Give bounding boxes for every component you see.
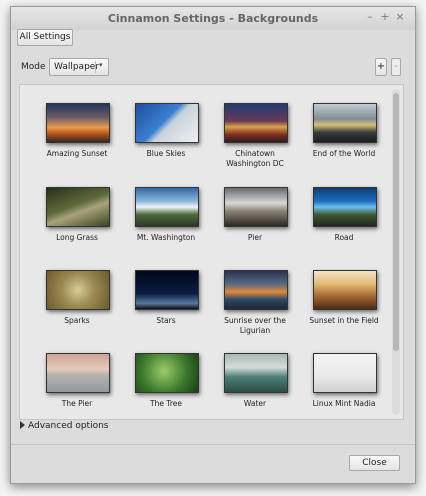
wallpaper-name: The Tree bbox=[150, 399, 182, 408]
wallpaper-name: Blue Skies bbox=[146, 149, 186, 158]
wallpaper-thumbnail[interactable] bbox=[135, 353, 199, 393]
wallpaper-thumbnail[interactable] bbox=[224, 270, 288, 310]
maximize-icon[interactable]: + bbox=[379, 11, 391, 23]
dropdown-separator bbox=[95, 61, 96, 73]
advanced-options-label: Advanced options bbox=[28, 421, 109, 431]
close-button[interactable]: Close bbox=[349, 455, 400, 471]
wallpaper-item[interactable]: Linux Mint Nadia bbox=[299, 353, 389, 419]
wallpaper-thumbnail[interactable] bbox=[135, 187, 199, 227]
wallpaper-item[interactable]: End of the World bbox=[299, 103, 389, 183]
wallpaper-item[interactable]: Blue Skies bbox=[121, 103, 211, 183]
wallpaper-name: Water bbox=[243, 399, 267, 408]
all-settings-button[interactable]: All Settings bbox=[17, 29, 73, 46]
wallpaper-name: Road bbox=[334, 233, 354, 242]
wallpaper-item[interactable]: Sparks bbox=[32, 270, 122, 350]
wallpaper-thumbnail[interactable] bbox=[46, 353, 110, 393]
wallpaper-thumbnail[interactable] bbox=[224, 353, 288, 393]
wallpaper-thumbnail[interactable] bbox=[313, 270, 377, 310]
wallpaper-name: The Pier bbox=[61, 399, 93, 408]
scrollbar-thumb[interactable] bbox=[393, 93, 399, 351]
remove-wallpaper-button[interactable]: - bbox=[391, 58, 401, 76]
wallpaper-name: Long Grass bbox=[56, 233, 98, 242]
wallpaper-thumbnail[interactable] bbox=[313, 187, 377, 227]
chevron-down-icon: ▾ bbox=[99, 61, 103, 69]
vertical-scrollbar[interactable] bbox=[392, 89, 400, 415]
settings-window: Cinnamon Settings - Backgrounds – + × Al… bbox=[10, 6, 416, 484]
wallpaper-item[interactable]: Mt. Washington bbox=[121, 187, 211, 267]
wallpaper-thumbnail[interactable] bbox=[224, 103, 288, 143]
wallpaper-item[interactable]: Chinatown Washington DC bbox=[210, 103, 300, 183]
wallpaper-item[interactable]: Amazing Sunset bbox=[32, 103, 122, 183]
wallpaper-thumbnail[interactable] bbox=[46, 270, 110, 310]
wallpaper-name: Linux Mint Nadia bbox=[312, 399, 376, 408]
wallpaper-name: Pier bbox=[247, 233, 263, 242]
wallpaper-item[interactable]: Sunrise over the Ligurian bbox=[210, 270, 300, 350]
wallpaper-item[interactable]: Pier bbox=[210, 187, 300, 267]
add-wallpaper-button[interactable]: + bbox=[375, 58, 387, 76]
wallpaper-name: Stars bbox=[156, 316, 176, 325]
wallpaper-thumbnail[interactable] bbox=[135, 270, 199, 310]
titlebar[interactable]: Cinnamon Settings - Backgrounds – + × bbox=[11, 7, 415, 30]
wallpaper-name: Mt. Washington bbox=[136, 233, 196, 242]
wallpaper-item[interactable]: Sunset in the Field bbox=[299, 270, 389, 350]
expander-arrow-icon bbox=[20, 421, 25, 429]
wallpaper-name: Sunset in the Field bbox=[309, 316, 379, 325]
mode-dropdown[interactable]: Wallpaper ▾ bbox=[49, 58, 109, 76]
wallpaper-thumbnail[interactable] bbox=[46, 187, 110, 227]
wallpaper-name: Sunrise over the Ligurian bbox=[224, 316, 286, 335]
window-title: Cinnamon Settings - Backgrounds bbox=[107, 12, 319, 25]
wallpaper-name: Sparks bbox=[64, 316, 90, 325]
wallpaper-item[interactable]: The Pier bbox=[32, 353, 122, 419]
wallpaper-thumbnail[interactable] bbox=[313, 353, 377, 393]
mode-label: Mode bbox=[21, 62, 46, 72]
wallpaper-item[interactable]: Long Grass bbox=[32, 187, 122, 267]
wallpaper-thumbnail[interactable] bbox=[135, 103, 199, 143]
footer-divider bbox=[11, 444, 415, 445]
wallpaper-thumbnail[interactable] bbox=[313, 103, 377, 143]
wallpaper-item[interactable]: Stars bbox=[121, 270, 211, 350]
wallpaper-thumbnail[interactable] bbox=[224, 187, 288, 227]
close-icon[interactable]: × bbox=[394, 11, 406, 23]
wallpaper-grid: Amazing Sunset Blue Skies Chinatown Washin… bbox=[19, 84, 404, 420]
wallpaper-name: Chinatown Washington DC bbox=[226, 149, 284, 168]
advanced-options-expander[interactable]: Advanced options bbox=[20, 421, 108, 431]
mode-dropdown-value: Wallpaper bbox=[54, 62, 100, 72]
wallpaper-item[interactable]: The Tree bbox=[121, 353, 211, 419]
wallpaper-thumbnail[interactable] bbox=[46, 103, 110, 143]
wallpaper-name: Amazing Sunset bbox=[46, 149, 108, 158]
minimize-icon[interactable]: – bbox=[364, 11, 376, 23]
wallpaper-name: End of the World bbox=[312, 149, 376, 158]
wallpaper-item[interactable]: Water bbox=[210, 353, 300, 419]
wallpaper-item[interactable]: Road bbox=[299, 187, 389, 267]
